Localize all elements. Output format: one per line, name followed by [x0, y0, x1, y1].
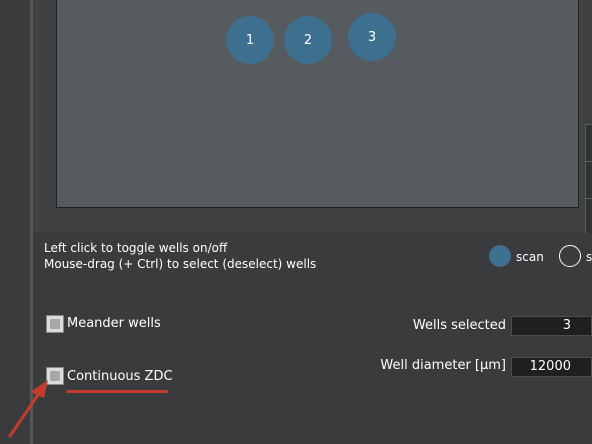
annotation-arrow-icon — [8, 380, 48, 438]
